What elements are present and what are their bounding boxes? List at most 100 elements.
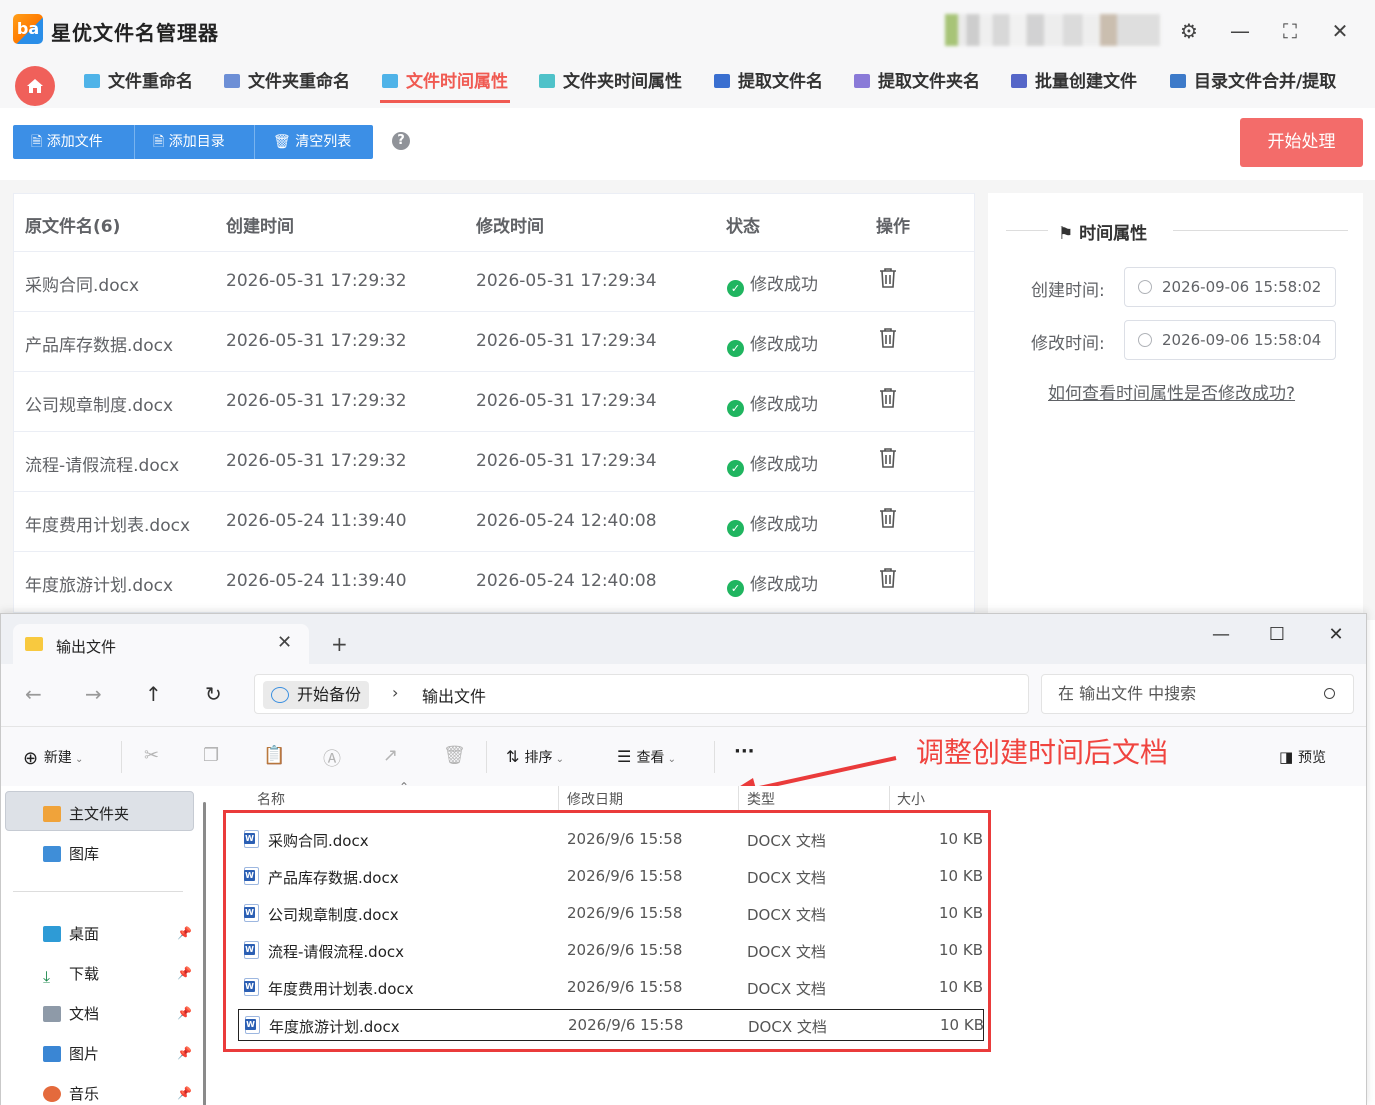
trash-icon — [880, 268, 896, 288]
pictures-icon — [43, 1046, 61, 1062]
pin-icon[interactable]: 📌 — [177, 926, 192, 940]
delete-row-button[interactable] — [878, 447, 898, 473]
help-icon[interactable]: ? — [392, 132, 410, 150]
cut-icon[interactable]: ✂ — [144, 745, 159, 766]
user-avatar-blurred[interactable] — [945, 14, 1160, 46]
rename-icon[interactable]: Ⓐ — [323, 745, 341, 771]
new-tab-button[interactable]: + — [331, 632, 348, 656]
up-arrow-icon[interactable]: ↑ — [145, 682, 162, 706]
col-header-size[interactable]: 大小 — [897, 789, 925, 809]
panel-title: ⚑ 时间属性 — [1058, 224, 1148, 244]
file-table: 原文件名(6) 创建时间 修改时间 状态 操作 采购合同.docx 2026-0… — [13, 193, 975, 613]
tab-dir-merge[interactable]: 目录文件合并/提取 — [1170, 70, 1336, 102]
delete-icon[interactable]: 🗑 — [443, 745, 466, 766]
music-icon — [43, 1086, 61, 1102]
cloud-backup-icon — [271, 687, 289, 703]
paste-icon[interactable]: 📋 — [263, 745, 285, 766]
created-time-input[interactable]: 2026-09-06 15:58:02 — [1124, 267, 1336, 307]
sort-icon: ⇅ — [506, 747, 525, 766]
col-header-date[interactable]: 修改日期 — [567, 789, 623, 809]
delete-row-button[interactable] — [878, 507, 898, 533]
delete-row-button[interactable] — [878, 267, 898, 293]
col-header-name[interactable]: 原文件名(6) — [25, 212, 120, 237]
sort-caret-icon: ⌃ — [399, 780, 410, 794]
sidebar-item-home[interactable]: 主文件夹 — [43, 803, 129, 824]
pin-icon[interactable]: 📌 — [177, 966, 192, 980]
modified-time-label: 修改时间: — [1031, 334, 1105, 354]
minimize-button[interactable]: — — [1225, 16, 1255, 46]
sidebar-item-desktop[interactable]: 桌面 — [43, 923, 99, 944]
title-bar: ba 星优文件名管理器 ⚙ — ⛶ ✕ — [0, 0, 1375, 62]
explorer-close-button[interactable]: ✕ — [1321, 624, 1351, 645]
sidebar-item-music[interactable]: 音乐 — [43, 1083, 99, 1104]
close-tab-icon[interactable]: ✕ — [277, 632, 292, 653]
extract-filename-icon — [714, 74, 730, 88]
download-icon: ⤓ — [43, 967, 51, 986]
start-process-button[interactable]: 开始处理 — [1240, 118, 1363, 167]
col-header-name[interactable]: 名称 — [257, 789, 285, 809]
add-file-button[interactable]: 🗎 添加文件 — [13, 125, 134, 159]
search-input[interactable]: 在 输出文件 中搜索 — [1041, 674, 1354, 714]
sidebar-item-downloads[interactable]: ⤓ 下载 — [43, 963, 99, 985]
home-button[interactable] — [15, 66, 55, 106]
close-button[interactable]: ✕ — [1325, 16, 1355, 46]
sort-button[interactable]: ⇅ 排序 ⌄ — [506, 747, 564, 767]
help-link[interactable]: 如何查看时间属性是否修改成功? — [1048, 379, 1295, 404]
sidebar-item-gallery[interactable]: 图库 — [43, 843, 99, 864]
add-directory-button[interactable]: 🗎 添加目录 — [134, 125, 254, 159]
row-status: ✓ 修改成功 — [727, 330, 818, 357]
row-status: ✓ 修改成功 — [727, 510, 818, 537]
tab-folder-rename[interactable]: 文件夹重命名 — [224, 70, 350, 102]
tab-extract-foldername[interactable]: 提取文件夹名 — [854, 70, 980, 102]
col-header-type[interactable]: 类型 — [747, 789, 775, 809]
sidebar-item-documents[interactable]: 文档 — [43, 1003, 99, 1024]
annotation-text: 调整创建时间后文档 — [916, 736, 1169, 769]
delete-row-button[interactable] — [878, 567, 898, 593]
copy-icon[interactable]: ❐ — [203, 745, 219, 766]
tab-file-time-attr[interactable]: 文件时间属性 — [380, 70, 510, 103]
trash-icon — [880, 508, 896, 528]
col-header-created: 创建时间 — [226, 217, 294, 237]
back-arrow-icon[interactable]: ← — [25, 682, 42, 706]
tab-extract-filename[interactable]: 提取文件名 — [714, 70, 823, 102]
sidebar-item-pictures[interactable]: 图片 — [43, 1043, 99, 1064]
row-status: ✓ 修改成功 — [727, 270, 818, 297]
settings-icon[interactable]: ⚙ — [1174, 16, 1204, 46]
sidebar-scrollbar[interactable] — [203, 802, 206, 1105]
delete-row-button[interactable] — [878, 387, 898, 413]
address-bar[interactable]: 开始备份 › 输出文件 — [254, 674, 1029, 714]
tab-folder-time-attr[interactable]: 文件夹时间属性 — [539, 70, 682, 102]
chevron-down-icon: ⌄ — [664, 754, 676, 765]
file-icon: 🗎 — [31, 134, 47, 150]
refresh-icon[interactable]: ↻ — [205, 682, 222, 706]
tab-file-rename[interactable]: 文件重命名 — [84, 70, 193, 102]
explorer-maximize-button[interactable]: ☐ — [1262, 624, 1292, 645]
row-filename: 流程-请假流程.docx — [25, 456, 180, 476]
view-button[interactable]: ☰ 查看 ⌄ — [617, 747, 676, 767]
pin-icon[interactable]: 📌 — [177, 1086, 192, 1100]
row-modified: 2026-05-24 12:40:08 — [476, 571, 657, 591]
explorer-tab[interactable]: 输出文件 ✕ — [13, 624, 309, 664]
share-icon[interactable]: ↗ — [383, 745, 398, 766]
batch-create-icon — [1011, 74, 1027, 88]
new-button[interactable]: ⊕ 新建 ⌄ — [23, 747, 83, 769]
forward-arrow-icon[interactable]: → — [85, 682, 102, 706]
row-modified: 2026-05-31 17:29:34 — [476, 331, 657, 351]
tab-batch-create[interactable]: 批量创建文件 — [1011, 70, 1137, 102]
delete-row-button[interactable] — [878, 327, 898, 353]
modified-time-input[interactable]: 2026-09-06 15:58:04 — [1124, 320, 1336, 360]
table-row: 流程-请假流程.docx 2026-05-31 17:29:32 2026-05… — [14, 431, 974, 491]
pin-icon[interactable]: 📌 — [177, 1046, 192, 1060]
chevron-down-icon: ⌄ — [552, 754, 565, 765]
preview-button[interactable]: ◨ 预览 — [1279, 747, 1326, 767]
breadcrumb-output[interactable]: 输出文件 — [422, 683, 486, 707]
pin-icon[interactable]: 📌 — [177, 1006, 192, 1020]
trash-icon — [880, 328, 896, 348]
annotation-highlight-box — [223, 810, 991, 1052]
clear-list-button[interactable]: 🗑 清空列表 — [254, 125, 373, 159]
breadcrumb-backup[interactable]: 开始备份 — [263, 681, 370, 709]
explorer-minimize-button[interactable]: — — [1206, 624, 1236, 645]
maximize-button[interactable]: ⛶ — [1275, 16, 1305, 46]
file-icon: 🗎 — [153, 134, 169, 150]
chevron-right-icon[interactable]: › — [392, 683, 398, 702]
